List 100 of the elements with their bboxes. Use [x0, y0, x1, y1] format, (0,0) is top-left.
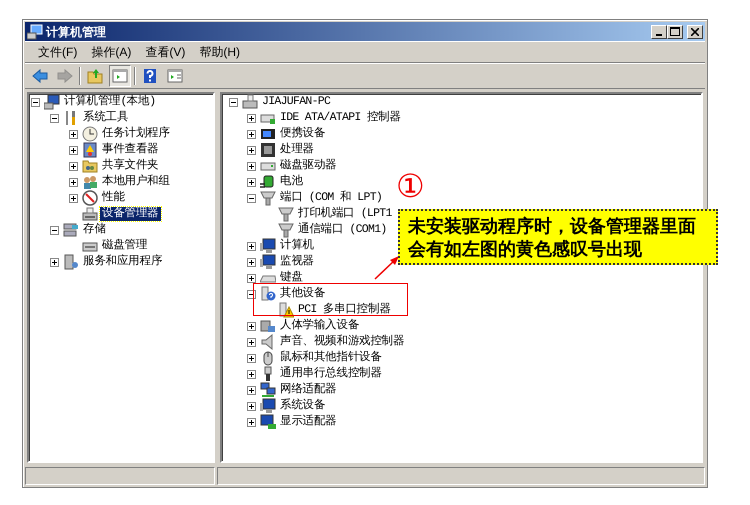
expand-toggle[interactable]	[247, 274, 256, 282]
tree-item[interactable]: 计算机	[278, 239, 316, 253]
tree-item[interactable]: 性能	[100, 191, 127, 205]
clock-icon	[82, 126, 98, 142]
tree-item[interactable]: PCI 多串口控制器	[296, 303, 393, 317]
storage-icon	[63, 222, 79, 238]
collapse-toggle[interactable]	[31, 98, 40, 106]
tree-item[interactable]: 网络适配器	[278, 383, 339, 397]
expand-toggle[interactable]	[69, 178, 78, 186]
expand-toggle[interactable]	[247, 178, 256, 186]
connector-icon	[278, 222, 294, 238]
forward-icon	[57, 68, 73, 84]
event-log-icon	[82, 142, 98, 158]
tree-item[interactable]: 电池	[278, 175, 305, 189]
tree-item[interactable]: 声音、视频和游戏控制器	[278, 335, 406, 349]
tree-item[interactable]: 鼠标和其他指针设备	[278, 351, 384, 365]
tree-item[interactable]: 磁盘管理	[100, 239, 150, 253]
tree-item[interactable]: 系统工具	[81, 111, 130, 125]
collapse-toggle[interactable]	[229, 98, 238, 106]
gauge-icon	[82, 190, 98, 206]
toolbar-button[interactable]	[109, 65, 131, 87]
warning-device-icon	[278, 302, 294, 318]
expand-toggle[interactable]	[247, 130, 256, 138]
expand-toggle[interactable]	[247, 338, 256, 346]
menu-item[interactable]: 文件(F)	[31, 42, 84, 62]
tree-item[interactable]: 监视器	[278, 255, 316, 269]
server-icon	[63, 254, 79, 270]
tree-item[interactable]: 键盘	[278, 271, 305, 285]
menu-item[interactable]: 帮助(H)	[192, 42, 247, 62]
collapse-toggle[interactable]	[50, 226, 59, 234]
tree-item[interactable]: 本地用户和组	[100, 175, 172, 189]
callout-note: 未安装驱动程序时，设备管理器里面会有如左图的黄色感叹号出现	[398, 209, 718, 265]
expand-toggle[interactable]	[69, 194, 78, 202]
expand-toggle[interactable]	[247, 258, 256, 266]
tree-item[interactable]: 任务计划程序	[100, 127, 172, 141]
tree-item[interactable]: 存储	[81, 223, 108, 237]
computer-icon	[44, 94, 60, 110]
expand-toggle[interactable]	[247, 402, 256, 410]
connector-icon	[260, 190, 276, 206]
connector-icon	[278, 206, 294, 222]
collapse-toggle[interactable]	[247, 194, 256, 202]
tree-item[interactable]: 设备管理器	[100, 207, 161, 221]
maximize-button[interactable]	[667, 24, 683, 38]
expand-toggle[interactable]	[69, 146, 78, 154]
tree-item[interactable]: 便携设备	[278, 127, 328, 141]
tree-item[interactable]: 显示适配器	[278, 415, 339, 429]
tree-item[interactable]: 事件查看器	[100, 143, 161, 157]
users-icon	[82, 174, 98, 190]
tree-item[interactable]: IDE ATA/ATAPI 控制器	[278, 111, 403, 125]
display-adapter-icon	[260, 414, 276, 430]
expand-toggle[interactable]	[247, 386, 256, 394]
expand-toggle[interactable]	[247, 354, 256, 362]
tree-item[interactable]: 处理器	[278, 143, 316, 157]
menu-item[interactable]: 操作(A)	[84, 42, 138, 62]
expand-toggle[interactable]	[69, 162, 78, 170]
expand-toggle[interactable]	[50, 258, 59, 266]
tree-item[interactable]: 通信端口 (COM1)	[296, 223, 389, 237]
tree-item[interactable]: 人体学输入设备	[278, 319, 362, 333]
menu-item[interactable]: 查看(V)	[138, 42, 192, 62]
collapse-toggle[interactable]	[247, 290, 256, 298]
tree-item[interactable]: 服务和应用程序	[81, 255, 164, 269]
maximize-icon	[670, 27, 680, 36]
step-number: ①	[396, 168, 425, 204]
back-icon	[32, 68, 48, 84]
chip-icon	[260, 142, 276, 158]
device-manager-icon	[82, 206, 98, 222]
expand-toggle[interactable]	[247, 418, 256, 426]
tree-item[interactable]: 磁盘驱动器	[278, 159, 339, 173]
monitor-icon	[260, 398, 276, 414]
expand-toggle[interactable]	[247, 146, 256, 154]
device-icon	[260, 126, 276, 142]
expand-toggle[interactable]	[69, 130, 78, 138]
folder-icon	[87, 68, 103, 84]
tree-item[interactable]: JIAJUFAN-PC	[260, 95, 332, 109]
tree-item[interactable]: 共享文件夹	[100, 159, 161, 173]
tree-item[interactable]: 计算机管理(本地)	[62, 95, 158, 109]
help-icon	[142, 68, 158, 84]
expand-toggle[interactable]	[247, 322, 256, 330]
input-device-icon	[260, 318, 276, 334]
minimize-button[interactable]	[651, 24, 667, 38]
minimize-icon	[656, 34, 662, 36]
properties-pane-icon	[167, 68, 183, 84]
collapse-toggle[interactable]	[50, 114, 59, 122]
expand-toggle[interactable]	[247, 242, 256, 250]
expand-toggle[interactable]	[247, 114, 256, 122]
tree-item[interactable]: 系统设备	[278, 399, 328, 413]
monitor-icon	[260, 254, 276, 270]
folder-icon	[82, 158, 98, 174]
tree-item[interactable]: 通用串行总线控制器	[278, 367, 384, 381]
expand-toggle[interactable]	[247, 162, 256, 170]
tree-item[interactable]: 端口 (COM 和 LPT)	[278, 191, 384, 205]
expand-toggle[interactable]	[247, 370, 256, 378]
window-title: 计算机管理	[46, 24, 106, 40]
battery-icon	[260, 174, 276, 190]
network-icon	[260, 382, 276, 398]
tree-item[interactable]: 打印机端口 (LPT1	[296, 207, 394, 221]
pane-icon	[112, 68, 128, 84]
unknown-device-icon	[260, 286, 276, 302]
close-button[interactable]	[687, 24, 703, 38]
tree-item[interactable]: 其他设备	[278, 287, 328, 301]
